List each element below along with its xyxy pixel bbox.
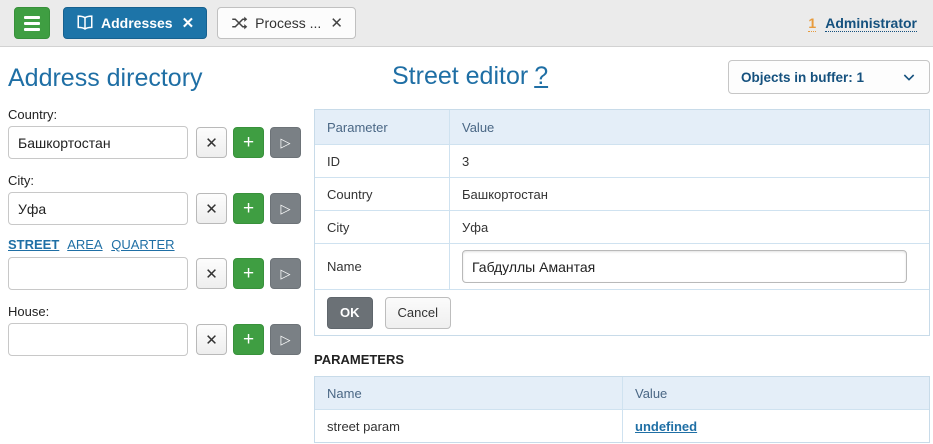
book-icon [76, 14, 94, 32]
apply-house-button[interactable]: ▷ [270, 324, 301, 355]
play-icon: ▷ [281, 266, 291, 282]
row-label: Name [315, 244, 449, 289]
street-input[interactable] [8, 257, 188, 290]
country-field: Country: ✕ + ▷ [8, 107, 314, 159]
play-icon: ▷ [281, 201, 291, 217]
play-icon: ▷ [281, 135, 291, 151]
page-title: Address directory [8, 63, 314, 93]
buffer-dropdown-label: Objects in buffer: 1 [741, 70, 864, 85]
shuffle-icon [230, 14, 248, 32]
add-city-button[interactable]: + [233, 193, 264, 224]
country-input[interactable] [8, 126, 188, 159]
plus-icon: + [243, 263, 254, 285]
tab-label: Addresses [101, 15, 173, 31]
param-name: street param [315, 410, 622, 442]
row-value: 3 [449, 145, 929, 177]
house-label: House: [8, 304, 314, 319]
table-row: ID 3 [315, 144, 929, 177]
column-header-value: Value [622, 377, 929, 409]
house-input[interactable] [8, 323, 188, 356]
row-value: Башкортостан [449, 178, 929, 210]
tab-process[interactable]: Process ... ✕ [217, 7, 356, 39]
parameters-table: Name Value street param undefined [314, 376, 930, 443]
app-window: Addresses ✕ Process ... ✕ 1 Administrato… [0, 0, 933, 444]
street-field: STREET AREA QUARTER ✕ + ▷ [8, 237, 314, 290]
ok-button[interactable]: OK [327, 297, 373, 329]
clear-city-button[interactable]: ✕ [196, 193, 227, 224]
tab-quarter[interactable]: QUARTER [111, 237, 174, 252]
country-label: Country: [8, 107, 314, 122]
table-header-row: Name Value [315, 377, 929, 409]
clear-country-button[interactable]: ✕ [196, 127, 227, 158]
chevron-down-icon [901, 69, 917, 85]
column-header-parameter: Parameter [315, 110, 449, 144]
clear-house-button[interactable]: ✕ [196, 324, 227, 355]
play-icon: ▷ [281, 332, 291, 348]
main-menu-button[interactable] [14, 7, 50, 39]
table-row: Country Башкортостан [315, 177, 929, 210]
add-country-button[interactable]: + [233, 127, 264, 158]
editor-footer: OK Cancel [315, 289, 929, 335]
editor-table: Parameter Value ID 3 Country Башкортоста… [314, 109, 930, 336]
city-input[interactable] [8, 192, 188, 225]
city-label: City: [8, 173, 314, 188]
clear-icon: ✕ [205, 331, 218, 349]
clear-icon: ✕ [205, 134, 218, 152]
plus-icon: + [243, 198, 254, 220]
close-icon[interactable]: ✕ [330, 16, 343, 31]
house-field: House: ✕ + ▷ [8, 304, 314, 356]
clear-icon: ✕ [205, 200, 218, 218]
objects-in-buffer-dropdown[interactable]: Objects in buffer: 1 [728, 60, 930, 94]
row-label: Country [315, 178, 449, 210]
parameters-title: PARAMETERS [314, 352, 930, 367]
row-value: Уфа [449, 211, 929, 243]
name-input[interactable] [462, 250, 907, 283]
tab-label: Process ... [255, 15, 321, 31]
clear-icon: ✕ [205, 265, 218, 283]
apply-country-button[interactable]: ▷ [270, 127, 301, 158]
add-house-button[interactable]: + [233, 324, 264, 355]
clear-street-button[interactable]: ✕ [196, 258, 227, 289]
table-row: street param undefined [315, 409, 929, 442]
tab-street[interactable]: STREET [8, 237, 59, 252]
close-icon[interactable]: ✕ [182, 16, 195, 31]
table-row-name: Name [315, 243, 929, 289]
apply-street-button[interactable]: ▷ [270, 258, 301, 289]
main-content: Address directory Country: ✕ + ▷ City: ✕… [0, 47, 933, 443]
tab-area[interactable]: AREA [67, 237, 102, 252]
cancel-button[interactable]: Cancel [385, 297, 451, 329]
tab-addresses[interactable]: Addresses ✕ [63, 7, 207, 39]
row-label: City [315, 211, 449, 243]
column-header-name: Name [315, 377, 622, 409]
table-header-row: Parameter Value [315, 110, 929, 144]
top-bar: Addresses ✕ Process ... ✕ 1 Administrato… [0, 0, 933, 47]
street-editor-panel: Street editor? Objects in buffer: 1 Para… [314, 47, 930, 443]
plus-icon: + [243, 132, 254, 154]
help-link[interactable]: ? [534, 62, 548, 90]
editor-title-text: Street editor [392, 62, 528, 90]
notification-count-link[interactable]: 1 [808, 15, 816, 32]
user-menu-link[interactable]: Administrator [825, 15, 917, 32]
column-header-value: Value [449, 110, 929, 144]
param-value-link[interactable]: undefined [635, 419, 697, 434]
add-street-button[interactable]: + [233, 258, 264, 289]
editor-title: Street editor? [314, 60, 548, 92]
street-type-tabs: STREET AREA QUARTER [8, 237, 314, 252]
city-field: City: ✕ + ▷ [8, 173, 314, 225]
table-row: City Уфа [315, 210, 929, 243]
address-directory-panel: Address directory Country: ✕ + ▷ City: ✕… [0, 47, 314, 356]
plus-icon: + [243, 329, 254, 351]
apply-city-button[interactable]: ▷ [270, 193, 301, 224]
row-label: ID [315, 145, 449, 177]
